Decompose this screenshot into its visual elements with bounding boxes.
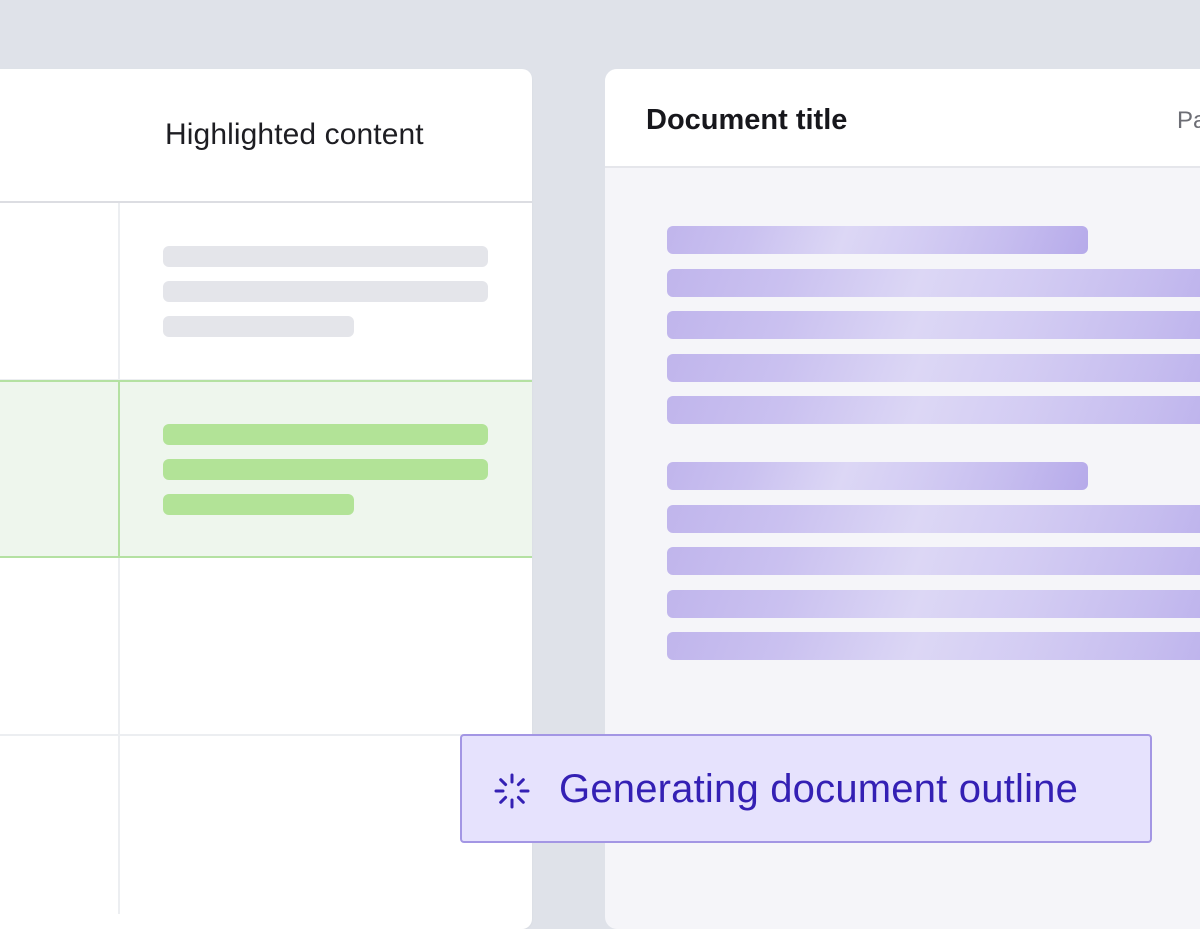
highlighted-line xyxy=(163,424,488,445)
generating-line xyxy=(667,311,1200,339)
generating-line xyxy=(667,547,1200,575)
generating-line xyxy=(667,462,1088,490)
generating-line xyxy=(667,590,1200,618)
generating-line xyxy=(667,226,1088,254)
highlighted-line xyxy=(163,494,354,515)
table-header: Highlighted content xyxy=(0,69,532,203)
document-title: Document title xyxy=(646,104,848,136)
table-row-highlighted[interactable] xyxy=(0,380,532,558)
table-row[interactable] xyxy=(0,736,532,914)
column-divider xyxy=(118,203,120,379)
generating-line xyxy=(667,269,1200,297)
generating-line xyxy=(667,632,1200,660)
highlighted-line xyxy=(163,459,488,480)
generating-line xyxy=(667,505,1200,533)
table-row[interactable] xyxy=(0,203,532,381)
column-divider xyxy=(118,558,120,734)
placeholder-line xyxy=(163,316,354,337)
status-toast: Generating document outline xyxy=(460,734,1152,843)
table-row[interactable] xyxy=(0,558,532,736)
status-message: Generating document outline xyxy=(559,767,1079,811)
placeholder-line xyxy=(163,281,488,302)
column-divider xyxy=(118,736,120,914)
content-table: Highlighted content xyxy=(0,69,532,929)
document-header-label[interactable]: Pa xyxy=(1177,107,1200,135)
placeholder-line xyxy=(163,246,488,267)
column-divider xyxy=(118,382,120,556)
generating-line xyxy=(667,396,1200,424)
document-header: Document title Pa xyxy=(605,69,1200,168)
loading-spinner-icon xyxy=(493,772,531,810)
generating-line xyxy=(667,354,1200,382)
column-header-highlighted-content: Highlighted content xyxy=(165,118,424,151)
